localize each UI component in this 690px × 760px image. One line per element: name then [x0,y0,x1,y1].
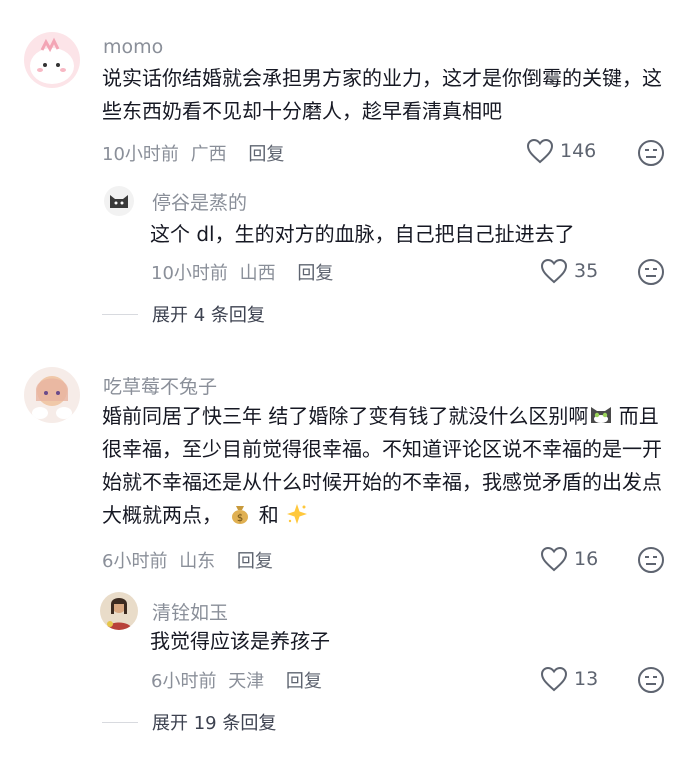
meh-face-icon [638,140,664,166]
reply-button[interactable]: 回复 [248,144,284,165]
avatar-photo-icon [106,598,132,630]
like-button[interactable]: 13 [540,666,598,692]
dislike-button[interactable] [637,139,665,171]
meh-face-icon [638,667,664,693]
like-button[interactable]: 16 [540,546,598,572]
heart-outline-icon [540,666,568,692]
dislike-button[interactable] [637,258,665,290]
comment-meta: 10小时前 广西 回复 [102,140,284,166]
comment-text: 婚前同居了快三年 结了婚除了变有钱了就没什么区别啊 而且很幸福，至少目前觉得很幸… [102,400,672,532]
reply-username[interactable]: 清铨如玉 [152,598,228,625]
username[interactable]: 吃草莓不兔子 [103,372,217,399]
comment-meta: 6小时前 山东 回复 [102,547,273,573]
comment-text: 说实话你结婚就会承担男方家的业力，这才是你倒霉的关键，这些东西奶看不见却十分磨人… [102,66,662,123]
timestamp: 6小时前 [102,551,168,572]
reply-button[interactable]: 回复 [286,671,322,692]
cat-face-emoji [588,401,612,425]
heart-outline-icon [540,546,568,572]
location: 山西 [239,263,276,284]
expand-replies-button[interactable]: 展开 19 条回复 [102,709,276,735]
timestamp: 10小时前 [151,263,228,284]
avatar-cat-icon [110,195,128,208]
reply-meta: 6小时前 天津 回复 [151,667,322,693]
svg-text:$: $ [237,513,243,524]
expand-label: 展开 4 条回复 [152,305,265,326]
reply-text: 我觉得应该是养孩子 [150,629,330,653]
dislike-button[interactable] [637,666,665,698]
timestamp: 6小时前 [151,671,217,692]
avatar[interactable] [24,32,80,88]
avatar-anime-girl-icon [32,376,72,419]
meh-face-icon [638,547,664,573]
and-text: 和 [258,503,279,527]
avatar[interactable] [24,367,80,423]
heart-outline-icon [526,138,554,164]
like-count: 146 [560,140,597,162]
divider [102,721,138,723]
divider [102,313,138,315]
location: 广西 [190,144,227,165]
username[interactable]: momo [103,36,163,58]
like-button[interactable]: 35 [540,258,598,284]
expand-replies-button[interactable]: 展开 4 条回复 [102,301,265,327]
like-count: 13 [574,668,599,690]
location: 天津 [228,671,265,692]
reply-button[interactable]: 回复 [297,263,333,284]
reply-avatar[interactable] [104,186,134,216]
meh-face-icon [638,259,664,285]
reply-meta: 10小时前 山西 回复 [151,259,333,285]
reply-avatar[interactable] [100,592,138,630]
reply-button[interactable]: 回复 [237,551,273,572]
like-button[interactable]: 146 [526,138,596,164]
heart-outline-icon [540,258,568,284]
like-count: 16 [574,548,599,570]
avatar-dino-icon [30,37,74,84]
location: 山东 [179,551,216,572]
comment-text-line1: 婚前同居了快三年 结了婚除了变有钱了就没什么区别啊 [102,404,589,428]
dislike-button[interactable] [637,546,665,578]
expand-label: 展开 19 条回复 [152,713,277,734]
reply-username[interactable]: 停谷是蒸的 [152,188,247,215]
sparkle-star-emoji [285,502,309,526]
timestamp: 10小时前 [102,144,179,165]
like-count: 35 [574,260,599,282]
reply-text: 这个 dl，生的对方的血脉，自己把自己扯进去了 [150,222,575,246]
money-bag-emoji: $ [228,502,252,526]
